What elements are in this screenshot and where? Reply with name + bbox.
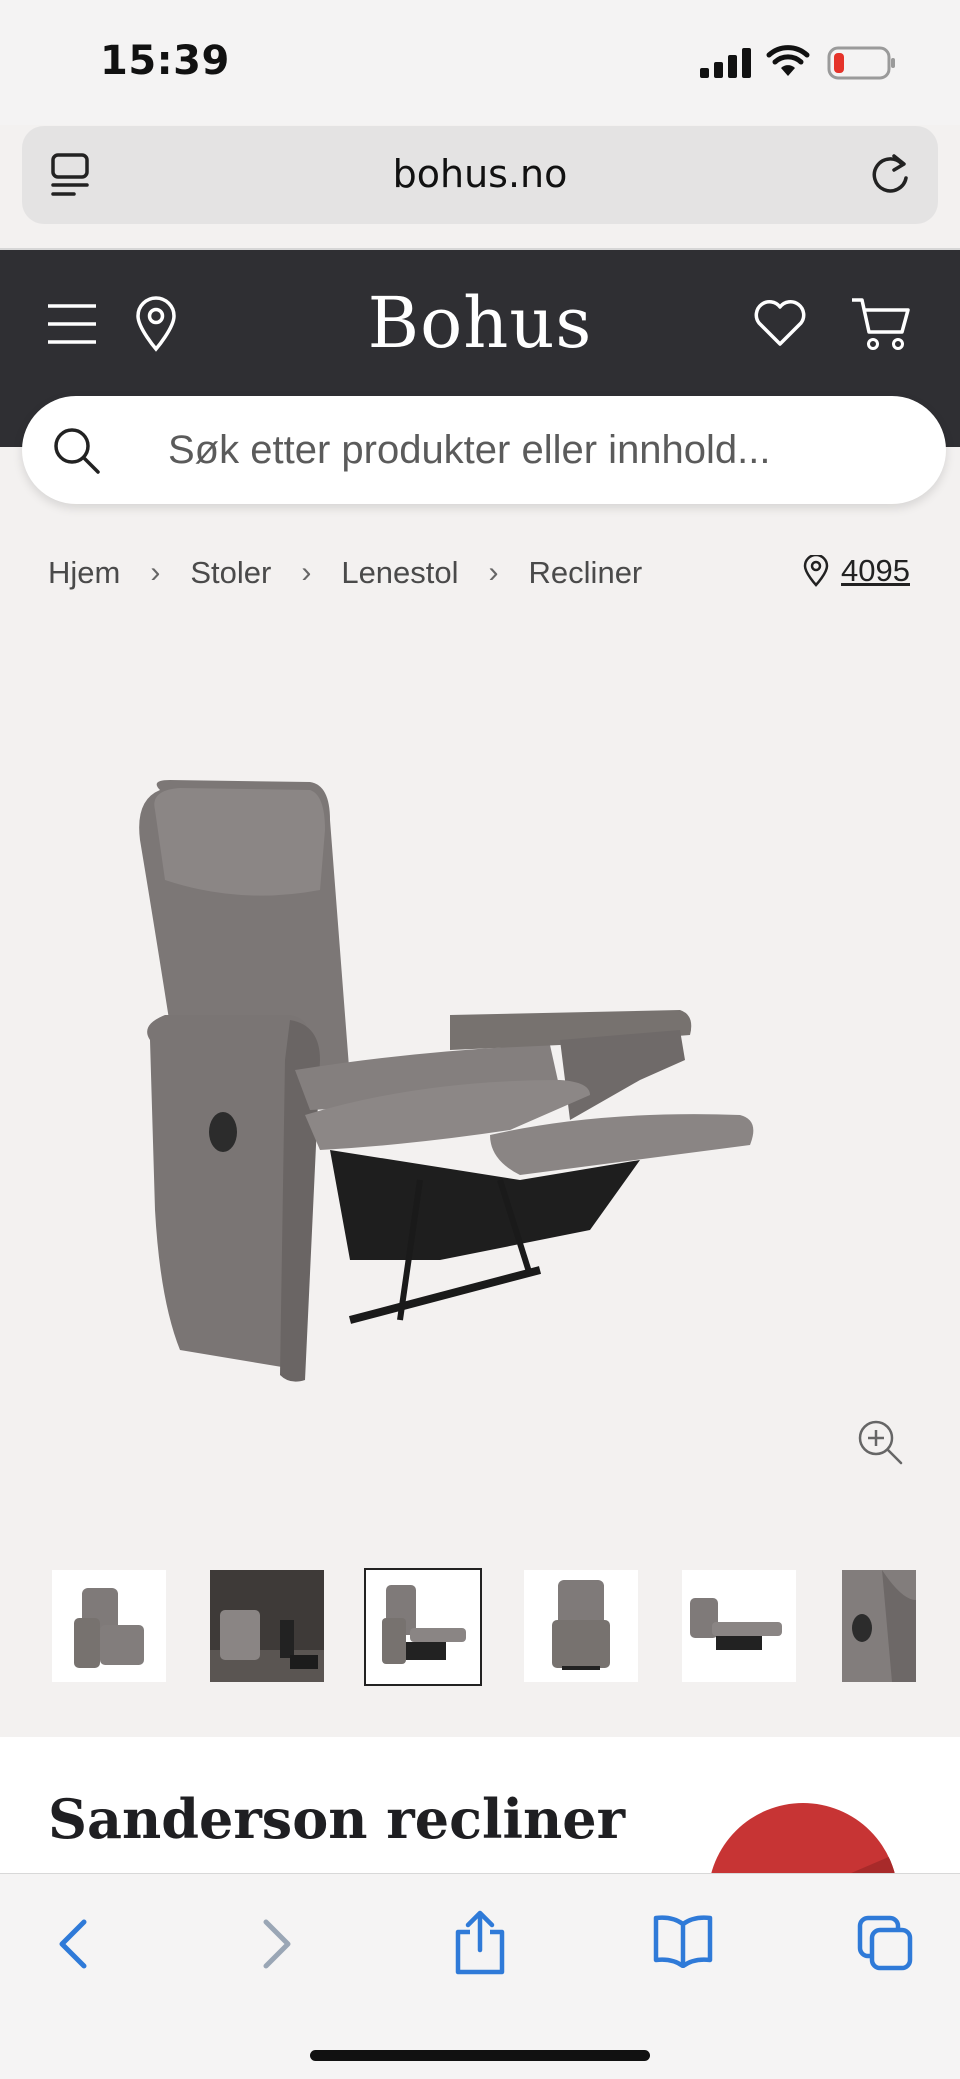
product-title: Sanderson recliner — [48, 1787, 626, 1851]
product-info: Sanderson recliner — [0, 1737, 960, 1993]
battery-icon — [827, 46, 895, 80]
status-bar: 15:39 — [0, 0, 960, 125]
back-arrow-icon[interactable] — [52, 1914, 92, 1974]
chevron-right-icon: › — [150, 556, 161, 589]
zoom-in-icon[interactable] — [856, 1418, 904, 1466]
chevron-right-icon: › — [488, 556, 499, 589]
thumbnail-strip — [50, 1568, 960, 1688]
thumbnail-2[interactable] — [210, 1570, 324, 1682]
wifi-icon — [766, 45, 810, 76]
store-selector[interactable]: 4095 — [803, 553, 910, 589]
thumbnail-1[interactable] — [52, 1570, 166, 1682]
browser-toolbar — [0, 1873, 960, 2079]
home-indicator — [310, 2050, 650, 2061]
breadcrumb-item-lenestol[interactable]: Lenestol — [341, 555, 458, 591]
product-main-image[interactable] — [120, 760, 840, 1420]
breadcrumb-item-stoler[interactable]: Stoler — [190, 555, 271, 591]
bookmarks-icon[interactable] — [652, 1914, 714, 1968]
site-logo[interactable]: Bohus — [0, 282, 960, 364]
search-input[interactable] — [166, 414, 890, 486]
breadcrumb-item-recliner[interactable]: Recliner — [529, 555, 643, 591]
thumbnail-4[interactable] — [524, 1570, 638, 1682]
breadcrumb-item-home[interactable]: Hjem — [48, 555, 120, 591]
tabs-icon[interactable] — [856, 1914, 914, 1972]
breadcrumb: Hjem › Stoler › Lenestol › Recliner — [48, 555, 642, 591]
search-bar[interactable] — [22, 396, 946, 504]
cellular-signal-icon — [700, 48, 751, 78]
reload-icon[interactable] — [866, 148, 914, 200]
thumbnail-3[interactable] — [364, 1568, 482, 1686]
thumbnail-5[interactable] — [682, 1570, 796, 1682]
forward-arrow-icon[interactable] — [258, 1914, 298, 1974]
location-pin-icon — [803, 555, 829, 587]
shopping-cart-icon[interactable] — [850, 296, 912, 352]
thumbnail-6[interactable] — [842, 1570, 916, 1682]
chevron-right-icon: › — [301, 556, 312, 589]
share-icon[interactable] — [452, 1908, 508, 1976]
store-number[interactable]: 4095 — [841, 553, 910, 589]
status-time: 15:39 — [100, 38, 230, 84]
address-bar[interactable]: bohus.no — [22, 126, 938, 224]
search-icon — [54, 428, 100, 474]
url-text[interactable]: bohus.no — [22, 152, 938, 196]
wishlist-heart-icon[interactable] — [752, 298, 808, 348]
